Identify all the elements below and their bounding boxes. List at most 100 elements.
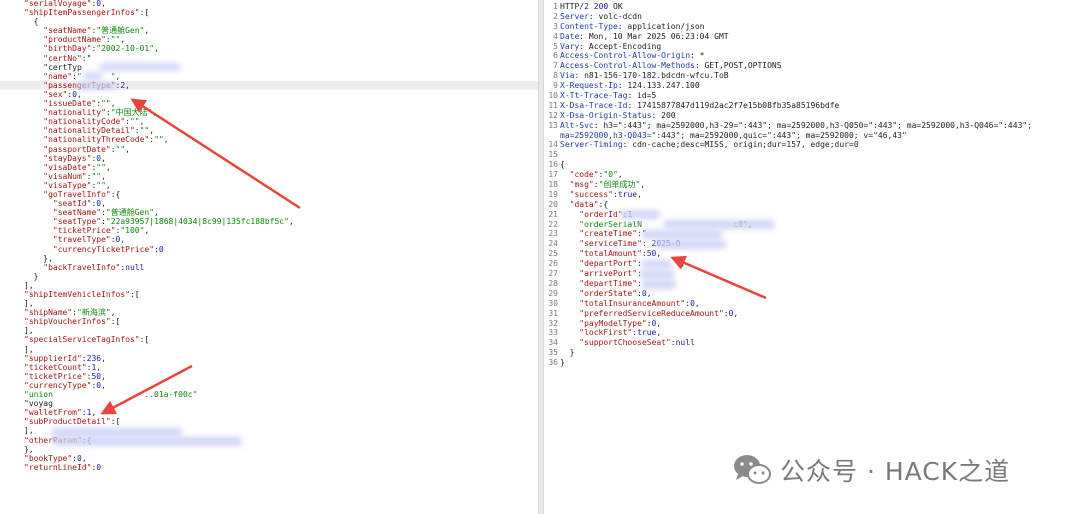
response-line: X-Dsa-Trace-Id: 17415877847d119d2ac2f7e1… — [560, 100, 840, 110]
code-line: "shipItemVehicleInfos":[ — [24, 290, 140, 299]
code-line: }, — [24, 253, 53, 263]
code-line: "returnLineId":0 — [24, 462, 102, 472]
code-line: "shipVoucherInfos":[ — [24, 317, 121, 327]
code-line: "sex":0, — [43, 89, 82, 99]
line-number: 3 — [553, 21, 558, 31]
code-line: "visaType":"", — [43, 180, 111, 190]
redacted-arrive-port — [640, 270, 674, 279]
code-line: "visaNum":"", — [43, 171, 106, 181]
response-line: "totalAmount":50, — [579, 249, 662, 259]
response-line: Vary: Accept-Encoding — [560, 41, 662, 51]
line-number: 30 — [548, 298, 558, 308]
response-line: "lockFirst":true, — [579, 328, 662, 338]
redacted-name — [78, 82, 116, 90]
response-line: Server: volc-dcdn — [560, 11, 642, 21]
line-number — [544, 131, 558, 141]
line-number: 2 — [553, 11, 558, 21]
code-line: "travelType":0, — [52, 235, 126, 245]
code-line: "issueDate":"", — [43, 99, 116, 109]
line-number: 17 — [548, 170, 558, 180]
line-number: 8 — [553, 71, 558, 81]
response-line: "createTime":" — [579, 229, 646, 239]
response-line: "departPort": , — [579, 259, 686, 269]
code-line: "union ..01a-f00c" — [24, 390, 198, 400]
response-line: "preferredServiceReduceAmount":0, — [579, 308, 739, 318]
response-line: Via: n81-156-170-182.bdcdn-wfcu.ToB — [560, 71, 729, 81]
response-line: "msg":"创单成功", — [569, 180, 646, 190]
redacted-cert-no — [100, 63, 180, 71]
code-line: ], — [24, 344, 34, 354]
code-line: "nationalityThreeCode":"", — [43, 135, 169, 145]
line-number: 24 — [548, 239, 558, 249]
line-number: 29 — [548, 288, 558, 298]
response-line: "supportChooseSeat":null — [579, 338, 695, 348]
line-number: 13 — [548, 120, 558, 130]
response-line: Alt-Svc: h3=":443"; ma=2592000,h3-29=":4… — [560, 120, 1033, 130]
code-line: "goTravelInfo":{ — [43, 189, 121, 199]
line-number: 21 — [548, 209, 558, 219]
line-number: 31 — [548, 308, 558, 318]
code-line: "specialServiceTagInfos":[ — [24, 335, 150, 345]
response-pane[interactable]: 1 2 3 4 5 6 7 8 9 10 11 12 13 14 15 16 17 18 19 20 21 22 23 24 2… — [544, 0, 1080, 514]
line-number: 7 — [553, 61, 558, 71]
code-line: "birthDay":"2002-10-01", — [43, 44, 159, 54]
redacted-depart-port — [642, 260, 672, 269]
line-number: 5 — [553, 41, 558, 51]
line-number: 6 — [553, 51, 558, 61]
line-number: 14 — [548, 140, 558, 150]
code-line: "backTravelInfo":null — [43, 262, 145, 272]
response-line: { — [560, 160, 565, 170]
line-number: 28 — [548, 278, 558, 288]
redacted-order-serial — [664, 220, 774, 229]
line-number: 18 — [548, 180, 558, 190]
response-line: Access-Control-Allow-Methods: GET,POST,O… — [560, 61, 782, 71]
code-line: "seatType":"22a93957|1868|4034|8c99|135f… — [52, 217, 294, 227]
line-number: 35 — [548, 348, 558, 358]
line-number: 34 — [548, 338, 558, 348]
code-line: "ticketPrice":"100", — [52, 226, 150, 236]
code-line: "supplierId":236, — [24, 353, 106, 363]
code-line: "seatName":"普通舱Gen", — [52, 208, 159, 218]
line-number: 32 — [548, 318, 558, 328]
code-line: ], — [24, 280, 34, 290]
line-number: 15 — [548, 150, 558, 160]
code-line: ], — [24, 326, 34, 336]
code-line: "nationality":"中国大陆", — [43, 108, 158, 118]
code-line: "ticketCount":1, — [24, 362, 102, 372]
redacted-cert-type — [84, 72, 102, 80]
code-line: } — [24, 271, 39, 281]
redacted-depart-time — [642, 280, 676, 289]
code-line: "currencyTicketPrice":0 — [52, 244, 164, 254]
code-line: { — [24, 17, 39, 27]
redacted-order-id — [620, 210, 660, 219]
code-line: "visaDate":"", — [43, 162, 111, 172]
line-number: 12 — [548, 110, 558, 120]
code-line: "seatId":0, — [52, 199, 106, 209]
response-line: "code":"0", — [569, 170, 623, 180]
response-line: X-Request-Ip: 124.133.247.100 — [560, 81, 700, 91]
response-line: "departTime": — [579, 278, 642, 288]
request-body-pane[interactable]: "serialVoyage":0, "shipItemPassengerInfos… — [0, 0, 538, 514]
code-line: "ticketPrice":50, — [24, 371, 106, 381]
response-line: Server-Timing: cdn-cache;desc=MISS, orig… — [560, 140, 859, 150]
code-line: "bookType":0, — [24, 453, 87, 463]
code-line: "shipItemPassengerInfos":[ — [24, 8, 150, 18]
response-line: "payModelType":0, — [579, 318, 662, 328]
redacted-create-time — [642, 230, 722, 239]
response-line: Access-Control-Allow-Origin: * — [560, 51, 705, 61]
response-line: HTTP/2 200 OK — [560, 2, 623, 11]
response-line: "data":{ — [569, 199, 609, 209]
code-line: "shipName":"新海滨", — [24, 308, 116, 318]
line-number: 22 — [548, 219, 558, 229]
response-line: X-Dsa-Origin-Status: 200 — [560, 110, 676, 120]
code-line: "walletFrom":1, — [24, 408, 97, 418]
line-number: 19 — [548, 189, 558, 199]
code-line: "nationalityCode":"", — [43, 117, 145, 127]
response-line: "orderState":0, — [579, 288, 652, 298]
response-code: HTTP/2 200 OK Server: volc-dcdn Content-Ty… — [560, 2, 1032, 368]
redacted-service-time — [656, 240, 726, 249]
line-number: 16 — [548, 160, 558, 170]
code-line: "voyag — [24, 399, 53, 409]
code-line: "seatName":"普通舱Gen", — [43, 26, 150, 36]
response-line: "success":true, — [569, 189, 642, 199]
